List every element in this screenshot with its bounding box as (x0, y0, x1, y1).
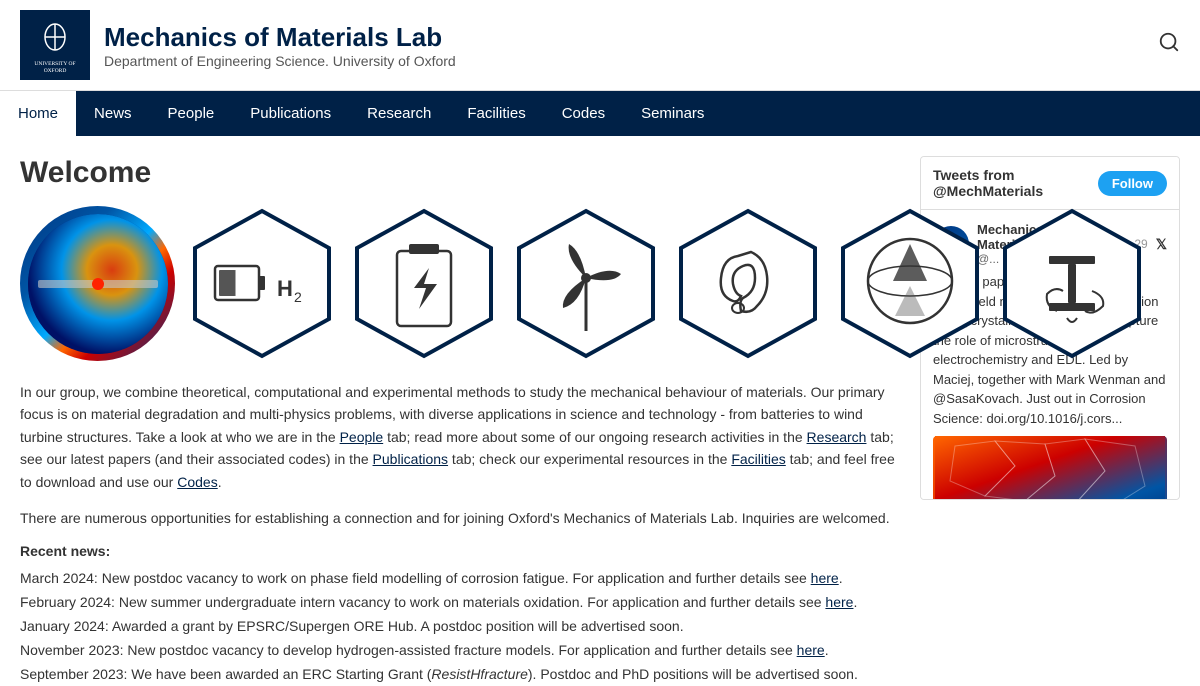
news-link-2[interactable]: here (825, 594, 853, 610)
hex-item-fem (20, 206, 175, 361)
nav-facilities[interactable]: Facilities (449, 91, 543, 136)
news-link-1[interactable]: here (811, 570, 839, 586)
nav-seminars[interactable]: Seminars (623, 91, 722, 136)
hex-icons-strip: H 2 (20, 206, 900, 361)
publications-link[interactable]: Publications (373, 451, 449, 467)
main-container: Welcome (0, 136, 1200, 686)
nav-codes[interactable]: Codes (544, 91, 623, 136)
hex-item-lightning (349, 206, 499, 361)
description-text: In our group, we combine theoretical, co… (20, 381, 900, 493)
search-icon[interactable] (1158, 31, 1180, 59)
tweet-image (933, 436, 1167, 499)
news-item-3: January 2024: Awarded a grant by EPSRC/S… (20, 615, 900, 639)
nav-news[interactable]: News (76, 91, 150, 136)
welcome-title: Welcome (20, 156, 900, 190)
nav-home[interactable]: Home (0, 91, 76, 136)
svg-text:H: H (277, 276, 293, 301)
twitter-header: Tweets from @MechMaterials Follow (921, 157, 1179, 209)
nav-people[interactable]: People (150, 91, 233, 136)
news-item-4: November 2023: New postdoc vacancy to de… (20, 639, 900, 663)
hex-item-battery-h2: H 2 (187, 206, 337, 361)
research-link[interactable]: Research (807, 429, 867, 445)
page-header: UNIVERSITY OF OXFORD Mechanics of Materi… (0, 0, 1200, 91)
nav-publications[interactable]: Publications (232, 91, 349, 136)
x-icon: 𝕏 (1156, 236, 1167, 253)
content-area: Welcome (20, 156, 900, 686)
site-title: Mechanics of Materials Lab Department of… (104, 22, 456, 69)
codes-link[interactable]: Codes (177, 474, 217, 490)
nav-research[interactable]: Research (349, 91, 449, 136)
news-title: Recent news: (20, 543, 900, 559)
news-item-1: March 2024: New postdoc vacancy to work … (20, 567, 900, 591)
site-subtitle: Department of Engineering Science. Unive… (104, 53, 456, 69)
site-name: Mechanics of Materials Lab (104, 22, 456, 53)
svg-text:OXFORD: OXFORD (44, 68, 67, 74)
news-item-2: February 2024: New summer undergraduate … (20, 591, 900, 615)
description-line2: There are numerous opportunities for est… (20, 507, 900, 529)
follow-button[interactable]: Follow (1098, 171, 1167, 196)
navbar: Home News People Publications Research F… (0, 91, 1200, 136)
people-link[interactable]: People (340, 429, 384, 445)
logo-area: UNIVERSITY OF OXFORD Mechanics of Materi… (20, 10, 456, 80)
hex-item-bio (673, 206, 823, 361)
svg-text:2: 2 (294, 289, 302, 305)
twitter-header-text: Tweets from @MechMaterials (933, 167, 1098, 199)
fem-image (20, 206, 175, 361)
hex-item-wind (511, 206, 661, 361)
oxford-logo: UNIVERSITY OF OXFORD (20, 10, 90, 80)
svg-text:UNIVERSITY OF: UNIVERSITY OF (34, 61, 75, 67)
hex-item-globe (835, 206, 985, 361)
hex-item-recycling (997, 206, 1147, 361)
recent-news: Recent news: March 2024: New postdoc vac… (20, 543, 900, 686)
news-item-5: September 2023: We have been awarded an … (20, 663, 900, 686)
facilities-link[interactable]: Facilities (731, 451, 785, 467)
